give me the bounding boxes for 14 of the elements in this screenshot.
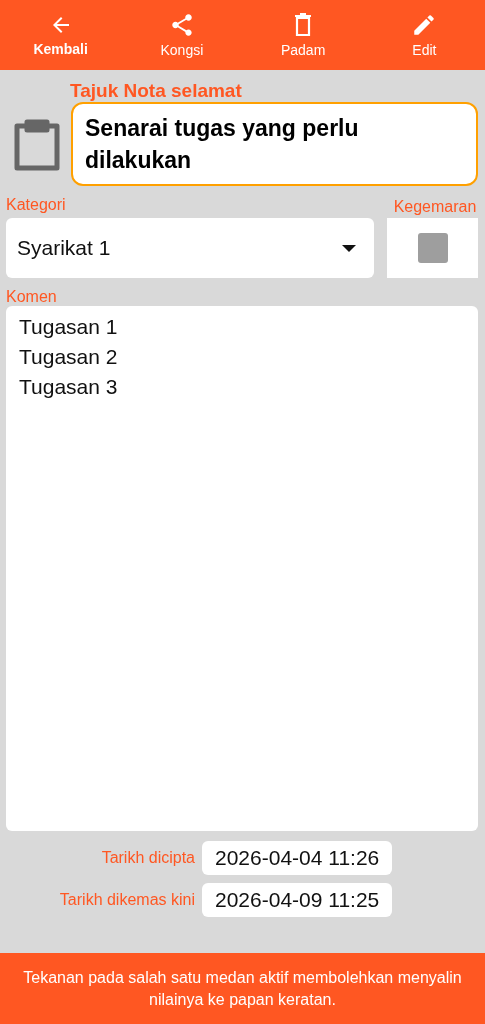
favourite-checkbox[interactable]: [417, 233, 448, 263]
date-label: Tarikh dikemas kini: [58, 891, 195, 909]
date-value[interactable]: 2026-04-04 11:26: [202, 841, 393, 875]
title-label: Tajuk Nota selamat: [70, 80, 242, 101]
date-label: Tarikh dicipta: [100, 849, 195, 867]
clipboard-hint: Tekanan pada salah satu medan aktif membolehkan menyalin nilainya ke papan keratan.: [0, 953, 485, 1024]
title-field[interactable]: Senarai tugas yang perlu dilakukan: [71, 102, 478, 186]
comment-field[interactable]: Tugasan 1 Tugasan 2 Tugasan 3: [6, 306, 478, 831]
favourite-label: Kegemaran: [392, 197, 478, 217]
category-label: Kategori: [6, 196, 66, 215]
dropdown-caret-icon: [342, 244, 356, 252]
comment-label: Komen: [6, 288, 57, 305]
date-value[interactable]: 2026-04-09 11:25: [202, 883, 393, 917]
category-dropdown[interactable]: Syarikat 1: [6, 218, 374, 278]
